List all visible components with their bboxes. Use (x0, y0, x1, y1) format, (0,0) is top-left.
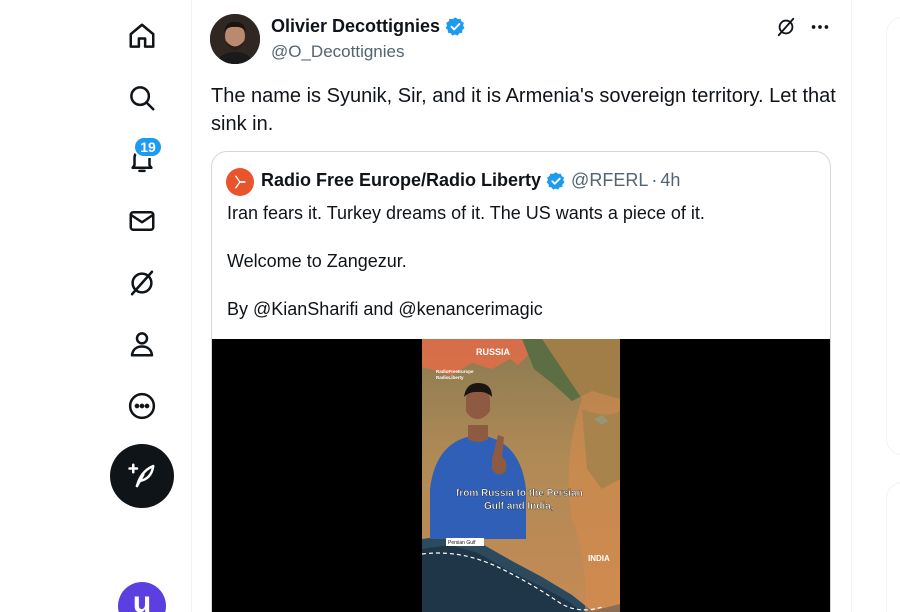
mail-icon (129, 211, 155, 231)
quoted-timestamp[interactable]: 4h (660, 170, 680, 191)
author-handle[interactable]: @O_Decottignies (271, 42, 405, 62)
nav-profile[interactable] (117, 319, 167, 369)
video-caption-line: from Russia to the Persian (456, 488, 583, 499)
map-label-russia: RUSSIA (476, 347, 511, 357)
map-label-india: INDIA (588, 554, 610, 563)
nav-more[interactable] (117, 381, 167, 431)
sidebar-panel (886, 482, 900, 612)
author-name[interactable]: Olivier Decottignies (271, 16, 466, 37)
primary-nav: 19 u (0, 0, 191, 612)
verified-badge-icon (445, 16, 466, 37)
search-icon (130, 86, 155, 111)
account-avatar[interactable]: u (118, 582, 166, 612)
quoted-author-handle[interactable]: @RFERL (571, 170, 648, 191)
video-frame: RUSSIA RadioFreeEurope RadioLiberty from… (422, 339, 620, 612)
rferl-logo-icon (234, 175, 246, 189)
nav-messages[interactable] (117, 196, 167, 246)
quoted-header: Radio Free Europe/Radio Liberty @RFERL ·… (261, 170, 680, 191)
nav-home[interactable] (117, 11, 167, 61)
nav-grok[interactable] (117, 258, 167, 308)
tweet-text: The name is Syunik, Sir, and it is Armen… (211, 85, 836, 135)
column-divider-left (191, 0, 192, 612)
grok-button[interactable] (773, 14, 799, 40)
map-label-persian-gulf: Persian Gulf (448, 540, 476, 546)
rferl-avatar[interactable] (226, 168, 254, 196)
author-avatar[interactable] (210, 14, 260, 64)
post-button[interactable] (110, 444, 174, 508)
author-photo (210, 14, 260, 64)
grok-icon (130, 270, 154, 296)
quoted-text: Iran fears it. Turkey dreams of it. The … (227, 201, 822, 345)
author-name-text: Olivier Decottignies (271, 16, 441, 36)
grok-icon (777, 17, 795, 37)
quoted-text-line: By @KianSharifi and @kenancerimagic (227, 299, 543, 319)
notifications-badge: 19 (133, 136, 163, 158)
more-horizontal-icon (811, 25, 829, 29)
feather-plus-icon (128, 463, 155, 488)
video-caption-line: Gulf and India, (484, 501, 554, 512)
quoted-tweet[interactable]: Radio Free Europe/Radio Liberty @RFERL ·… (211, 151, 831, 612)
person-icon (130, 332, 154, 357)
home-icon (129, 23, 155, 48)
video-thumbnail: RUSSIA RadioFreeEurope RadioLiberty from… (422, 339, 620, 612)
video-player[interactable]: RUSSIA RadioFreeEurope RadioLiberty from… (212, 339, 830, 612)
video-logo-line: RadioFreeEurope (436, 369, 474, 374)
video-logo-line: RadioLiberty (436, 375, 464, 380)
more-circle-icon (128, 392, 156, 420)
column-divider-right (851, 0, 852, 612)
quoted-text-line: Iran fears it. Turkey dreams of it. The … (227, 203, 705, 223)
quoted-author-name[interactable]: Radio Free Europe/Radio Liberty (261, 170, 541, 191)
tweet-more-button[interactable] (806, 14, 834, 40)
quoted-text-line: Welcome to Zangezur. (227, 251, 407, 271)
sidebar-panel (886, 17, 900, 455)
nav-explore[interactable] (117, 73, 167, 123)
separator-dot: · (651, 170, 658, 190)
verified-badge-icon (546, 171, 566, 191)
